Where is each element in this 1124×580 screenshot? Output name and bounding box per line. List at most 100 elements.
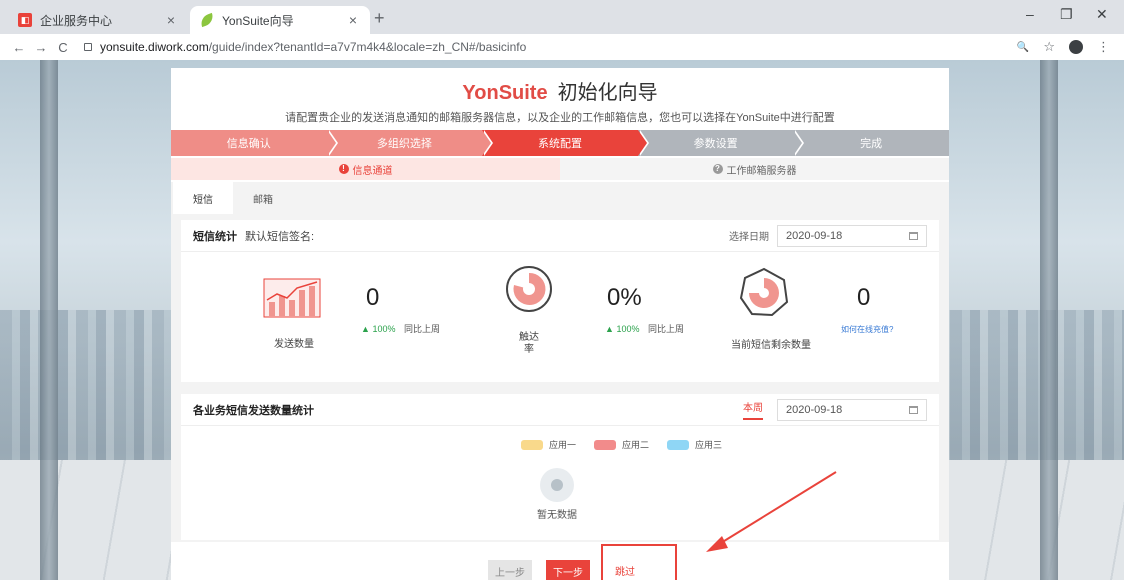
legend-swatch <box>521 439 543 450</box>
wizard-description: 请配置贵企业的发送消息通知的邮箱服务器信息，以及企业的工作邮箱信息，您也可以选择… <box>285 112 835 124</box>
reload-button[interactable]: C <box>52 40 74 55</box>
date-value: 2020-09-18 <box>786 229 843 242</box>
zoom-icon[interactable]: 🔍 <box>1017 42 1029 53</box>
forward-button[interactable]: → <box>30 40 52 55</box>
step-label: 系统配置 <box>537 138 582 150</box>
step-multi-org: 多组织选择 <box>326 130 494 156</box>
trend-up-icon: ▲ <box>361 324 370 334</box>
browser-menu-icon[interactable]: ⋮ <box>1097 39 1110 55</box>
background-pillar <box>1040 60 1058 580</box>
remaining-label: 当前短信剩余数量 <box>731 340 811 351</box>
browser-tab-enterprise-center[interactable]: ◧ 企业服务中心 × <box>8 6 188 34</box>
background-pillar <box>40 60 58 580</box>
date-picker[interactable]: 2020-09-18 <box>777 224 927 247</box>
step-label: 信息确认 <box>226 138 271 150</box>
legend-item[interactable]: 应用一 <box>521 438 576 451</box>
enterprise-favicon-icon: ◧ <box>18 13 32 27</box>
browser-tabstrip: ◧ 企业服务中心 × YonSuite向导 × + – ❐ ✕ <box>0 0 1124 34</box>
bar-chart-illustration-icon <box>263 278 321 318</box>
calendar-icon <box>909 231 918 240</box>
substep-info-channel[interactable]: ! 信息通道 <box>171 158 560 180</box>
wizard-steps: 信息确认 多组织选择 系统配置 参数设置 完成 <box>171 130 949 156</box>
legend-swatch <box>594 439 617 450</box>
date-picker[interactable]: 2020-09-18 <box>777 398 927 421</box>
empty-state: 暂无数据 <box>537 468 577 521</box>
legend-item[interactable]: 应用三 <box>667 438 722 451</box>
tab-title: YonSuite向导 <box>222 13 294 28</box>
step-label: 完成 <box>860 138 883 150</box>
biz-stats-body: 应用一 应用二 应用三 暂无数据 <box>181 426 939 540</box>
profile-avatar-icon[interactable] <box>1069 40 1083 54</box>
back-button[interactable]: ← <box>8 40 30 55</box>
remaining-quota-gauge-icon <box>739 267 789 317</box>
tab-sms[interactable]: 短信 <box>173 182 233 214</box>
chart-legend: 应用一 应用二 应用三 <box>521 438 722 451</box>
next-step-button[interactable]: 下一步 <box>546 560 590 580</box>
date-label: 选择日期 <box>729 232 769 243</box>
setup-wizard-card: YonSuite 初始化向导 请配置贵企业的发送消息通知的邮箱服务器信息，以及企业… <box>171 68 949 580</box>
new-tab-button[interactable]: + <box>374 8 385 29</box>
signature-label: 默认短信签名: <box>245 230 315 243</box>
date-value: 2020-09-18 <box>786 403 843 416</box>
restore-window-button[interactable]: ❐ <box>1060 6 1073 23</box>
biz-stats-header: 各业务短信发送数量统计 本周 2020-09-18 <box>181 394 939 426</box>
this-week-tab[interactable]: 本周 <box>743 399 763 420</box>
legend-swatch <box>667 439 690 450</box>
substep-label: 工作邮箱服务器 <box>726 165 797 177</box>
skip-button[interactable]: 跳过 <box>601 544 677 580</box>
url-host: yonsuite.diwork.com <box>100 40 209 54</box>
reach-rate-label-line2: 率 <box>524 344 534 355</box>
brand-yon: Yon <box>462 82 499 104</box>
address-bar[interactable]: yonsuite.diwork.com /guide/index?tenantI… <box>84 37 1017 57</box>
reach-rate-label-line1: 触达 <box>519 332 539 343</box>
step-info-confirm: 信息确认 <box>171 130 338 156</box>
panel-title: 短信统计 <box>193 230 237 243</box>
legend-label: 应用三 <box>695 440 723 450</box>
calendar-icon <box>909 405 918 414</box>
substep-mail-server[interactable]: ? 工作邮箱服务器 <box>560 158 949 180</box>
substep-label: 信息通道 <box>352 165 393 177</box>
brand-subtitle: 初始化向导 <box>557 82 658 104</box>
step-system-config: 系统配置 <box>482 130 649 156</box>
question-icon: ? <box>712 164 723 174</box>
step-label: 多组织选择 <box>376 138 432 150</box>
step-complete: 完成 <box>793 130 949 156</box>
reach-rate-gauge-icon <box>506 266 552 312</box>
wizard-footer: 上一步 下一步 跳过 <box>171 544 949 580</box>
sms-stats-panel: 短信统计 默认短信签名: 选择日期 2020-09-18 发送数量 0 ▲ 10… <box>181 220 939 382</box>
tab-title: 企业服务中心 <box>40 13 113 28</box>
bookmark-star-icon[interactable]: ☆ <box>1043 39 1055 55</box>
lock-icon <box>84 43 92 51</box>
previous-step-button[interactable]: 上一步 <box>488 560 532 580</box>
legend-label: 应用一 <box>549 440 577 450</box>
reach-rate-value: 0% <box>607 284 642 311</box>
trend-text: 同比上周 <box>403 324 440 334</box>
close-window-button[interactable]: ✕ <box>1096 6 1108 23</box>
step-label: 参数设置 <box>693 138 738 150</box>
send-trend: ▲ 100% 同比上周 <box>361 322 440 335</box>
minimize-window-button[interactable]: – <box>1026 6 1034 22</box>
tab-close-icon[interactable]: × <box>164 12 178 28</box>
trend-percent: 100% <box>616 324 640 334</box>
wizard-brand-title: YonSuite 初始化向导 <box>171 76 949 105</box>
tab-close-icon[interactable]: × <box>346 12 360 28</box>
legend-label: 应用二 <box>622 440 650 450</box>
biz-stats-panel: 各业务短信发送数量统计 本周 2020-09-18 应用一 应用二 应用三 暂无… <box>181 394 939 540</box>
trend-percent: 100% <box>372 324 396 334</box>
reach-trend: ▲ 100% 同比上周 <box>605 322 684 335</box>
empty-text: 暂无数据 <box>537 510 577 521</box>
legend-item[interactable]: 应用二 <box>594 438 649 451</box>
toolbar-actions: 🔍 ☆ ⋮ <box>1017 39 1110 55</box>
trend-text: 同比上周 <box>647 324 684 334</box>
yonsuite-favicon-icon <box>198 12 216 28</box>
alert-icon: ! <box>338 164 349 174</box>
brand-suite: Suite <box>498 82 548 104</box>
send-count-label: 发送数量 <box>274 339 314 350</box>
sms-stats-body: 发送数量 0 ▲ 100% 同比上周 触达 率 0% ▲ 100% 同比上周 当… <box>181 252 939 380</box>
step-parameter-settings: 参数设置 <box>637 130 805 156</box>
recharge-link[interactable]: 如何在线充值? <box>841 324 893 335</box>
browser-tab-yonsuite-guide[interactable]: YonSuite向导 × <box>190 6 370 34</box>
tab-email[interactable]: 邮箱 <box>233 182 293 214</box>
send-count-value: 0 <box>366 284 380 311</box>
panel-title: 各业务短信发送数量统计 <box>193 404 314 417</box>
